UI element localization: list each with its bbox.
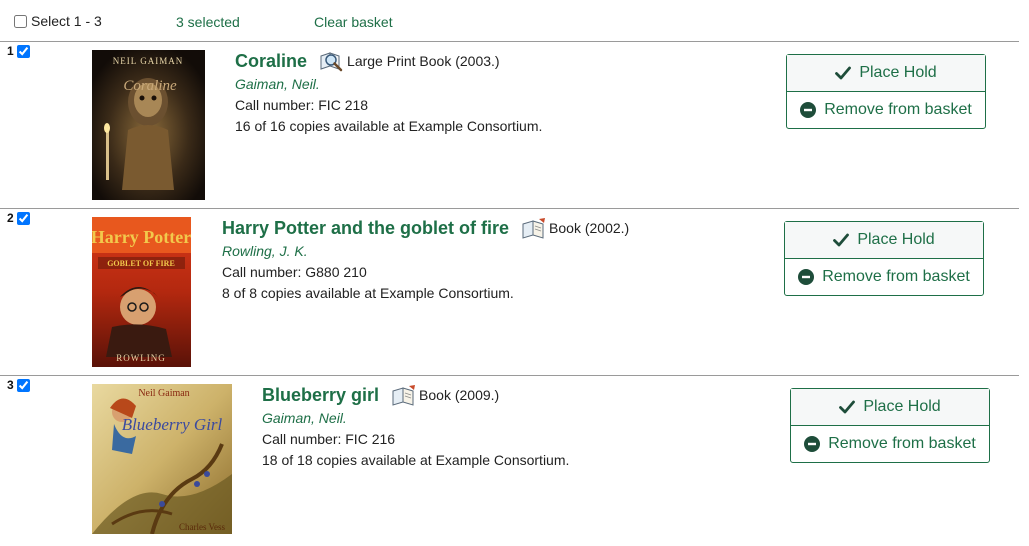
remove-from-basket-button[interactable]: Remove from basket [787,92,985,128]
remove-label: Remove from basket [828,435,976,452]
item-details: Blueberry girl Book (2009.) Gaiman, Neil… [262,384,570,469]
item-actions: Place Hold Remove from basket [790,388,990,463]
item-title-link[interactable]: Harry Potter and the goblet of fire [222,218,509,239]
item-author-link[interactable]: Gaiman, Neil. [262,410,569,426]
place-hold-label: Place Hold [859,64,937,81]
place-hold-button[interactable]: Place Hold [785,222,983,259]
item-number-select: 1 [7,44,30,58]
remove-label: Remove from basket [822,268,970,285]
place-hold-label: Place Hold [863,398,941,415]
item-availability: 16 of 16 copies available at Example Con… [235,118,543,134]
clear-basket-link[interactable]: Clear basket [314,14,393,30]
item-details: Coraline Large Print Book (2003.) Gaiman… [235,50,543,135]
cover-title-text: Coraline [123,78,177,94]
item-availability: 8 of 8 copies available at Example Conso… [222,285,514,301]
item-call-number: Call number: FIC 218 [235,97,369,113]
item-author-link[interactable]: Rowling, J. K. [222,243,629,259]
cover-image[interactable]: NEIL GAIMAN Coraline [92,50,205,200]
cover-author-text: ROWLING [116,353,166,363]
basket-item: 3 Neil Gaiman Blueberry Girl Charles Ves… [0,376,1019,546]
item-number: 3 [7,378,14,392]
place-hold-button[interactable]: Place Hold [787,55,985,92]
select-all-checkbox[interactable] [14,14,27,28]
item-call-number: Call number: G880 210 [222,264,367,280]
basket-item: 2 Harry Potter GOBLET OF FIRE ROWLING Ha… [0,209,1019,376]
selected-count: 3 selected [176,14,240,30]
minus-circle-icon [804,436,821,452]
basket-item: 1 NEIL GAIMAN Coraline Coraline Large Pr… [0,42,1019,209]
item-checkbox[interactable] [16,378,30,392]
select-all-label: Select 1 - 3 [31,13,102,29]
remove-from-basket-button[interactable]: Remove from basket [791,426,989,462]
item-format: Large Print Book (2003.) [347,53,500,69]
cover-author-text: NEIL GAIMAN [113,56,183,66]
basket-toolbar: Select 1 - 3 3 selected Clear basket [0,0,1019,42]
item-actions: Place Hold Remove from basket [786,54,986,129]
item-details: Harry Potter and the goblet of fire Book… [222,217,630,302]
place-hold-button[interactable]: Place Hold [791,389,989,426]
book-icon [521,217,547,239]
item-availability: 18 of 18 copies available at Example Con… [262,452,570,468]
cover-series-text: Harry Potter [92,227,191,247]
cover-title-text: Blueberry Girl [122,415,223,434]
item-number-select: 3 [7,378,30,392]
item-checkbox[interactable] [16,211,30,225]
item-format: Book (2009.) [419,387,500,403]
cover-image[interactable]: Harry Potter GOBLET OF FIRE ROWLING [92,217,191,367]
check-icon [833,233,850,247]
remove-label: Remove from basket [824,101,972,118]
item-checkbox[interactable] [16,44,30,58]
item-call-number: Call number: FIC 216 [262,431,396,447]
magnifier-book-icon [319,50,345,72]
place-hold-label: Place Hold [857,231,935,248]
item-title-link[interactable]: Blueberry girl [262,385,379,406]
item-number: 2 [7,211,14,225]
item-title-link[interactable]: Coraline [235,51,307,72]
check-icon [839,400,856,414]
cover-author-text: Neil Gaiman [138,388,189,399]
minus-circle-icon [800,102,817,118]
minus-circle-icon [798,269,815,285]
cover-title-text: GOBLET OF FIRE [107,259,175,268]
cover-illustrator-text: Charles Vess [179,522,226,532]
remove-from-basket-button[interactable]: Remove from basket [785,259,983,295]
item-number: 1 [7,44,14,58]
item-actions: Place Hold Remove from basket [784,221,984,296]
check-icon [835,66,852,80]
item-number-select: 2 [7,211,30,225]
book-icon [391,384,417,406]
cover-image[interactable]: Neil Gaiman Blueberry Girl Charles Vess [92,384,232,534]
item-author-link[interactable]: Gaiman, Neil. [235,76,542,92]
item-format: Book (2002.) [549,220,630,236]
select-all[interactable]: Select 1 - 3 [14,13,102,29]
